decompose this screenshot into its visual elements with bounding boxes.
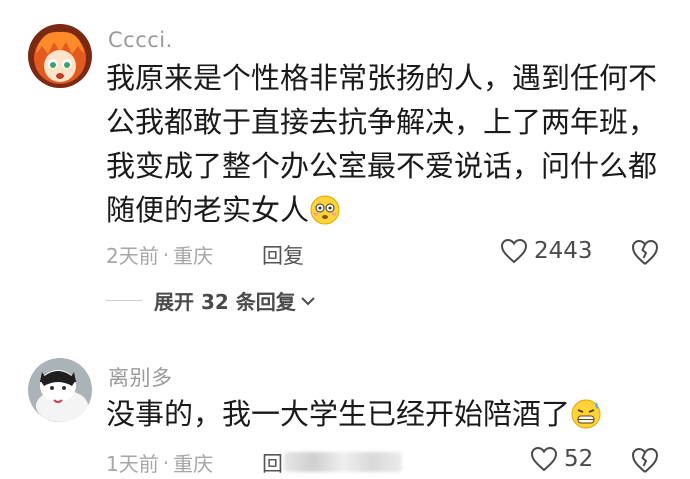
like-button[interactable]: 52	[530, 446, 593, 472]
blurred-overlay	[284, 452, 402, 472]
flushed-face-icon	[309, 194, 341, 238]
username[interactable]: 离别多	[108, 362, 173, 392]
avatar[interactable]	[28, 24, 92, 88]
avatar[interactable]	[28, 358, 92, 422]
like-count: 2443	[534, 238, 593, 264]
dislike-button[interactable]	[630, 446, 660, 476]
comment-text-content: 没事的，我一大学生已经开始陪酒了	[106, 397, 571, 431]
comment-location: 重庆	[173, 452, 214, 476]
like-count: 52	[564, 446, 594, 472]
comment-text: 没事的，我一大学生已经开始陪酒了	[106, 392, 666, 442]
comment-time: 1天前	[106, 452, 159, 476]
chevron-down-icon	[301, 296, 315, 305]
username[interactable]: Cccci.	[108, 28, 173, 52]
expand-replies-label: 展开 32 条回复	[154, 290, 296, 314]
dislike-button[interactable]	[630, 238, 660, 268]
expand-replies[interactable]: 展开 32 条回复	[106, 286, 316, 315]
broken-heart-icon	[632, 448, 658, 473]
reply-button[interactable]: 回	[262, 448, 283, 478]
comment-meta: 2天前 · 重庆	[106, 240, 213, 269]
expand-divider	[106, 300, 142, 301]
meta-separator: ·	[162, 450, 170, 475]
comment-meta: 1天前 · 重庆	[106, 448, 213, 477]
comment-text-content: 我原来是个性格非常张扬的人，遇到任何不公我都敢于直接去抗争解决，上了两年班，我变…	[106, 61, 658, 227]
comment-time: 2天前	[106, 244, 159, 268]
reply-button[interactable]: 回复	[262, 240, 304, 270]
grimacing-sweat-face-icon	[570, 398, 602, 442]
comment-text: 我原来是个性格非常张扬的人，遇到任何不公我都敢于直接去抗争解决，上了两年班，我变…	[106, 56, 666, 238]
heart-icon	[530, 446, 558, 472]
meta-separator: ·	[162, 242, 170, 267]
like-button[interactable]: 2443	[500, 238, 593, 264]
heart-icon	[500, 238, 528, 264]
broken-heart-icon	[632, 240, 658, 265]
comment-location: 重庆	[173, 244, 214, 268]
